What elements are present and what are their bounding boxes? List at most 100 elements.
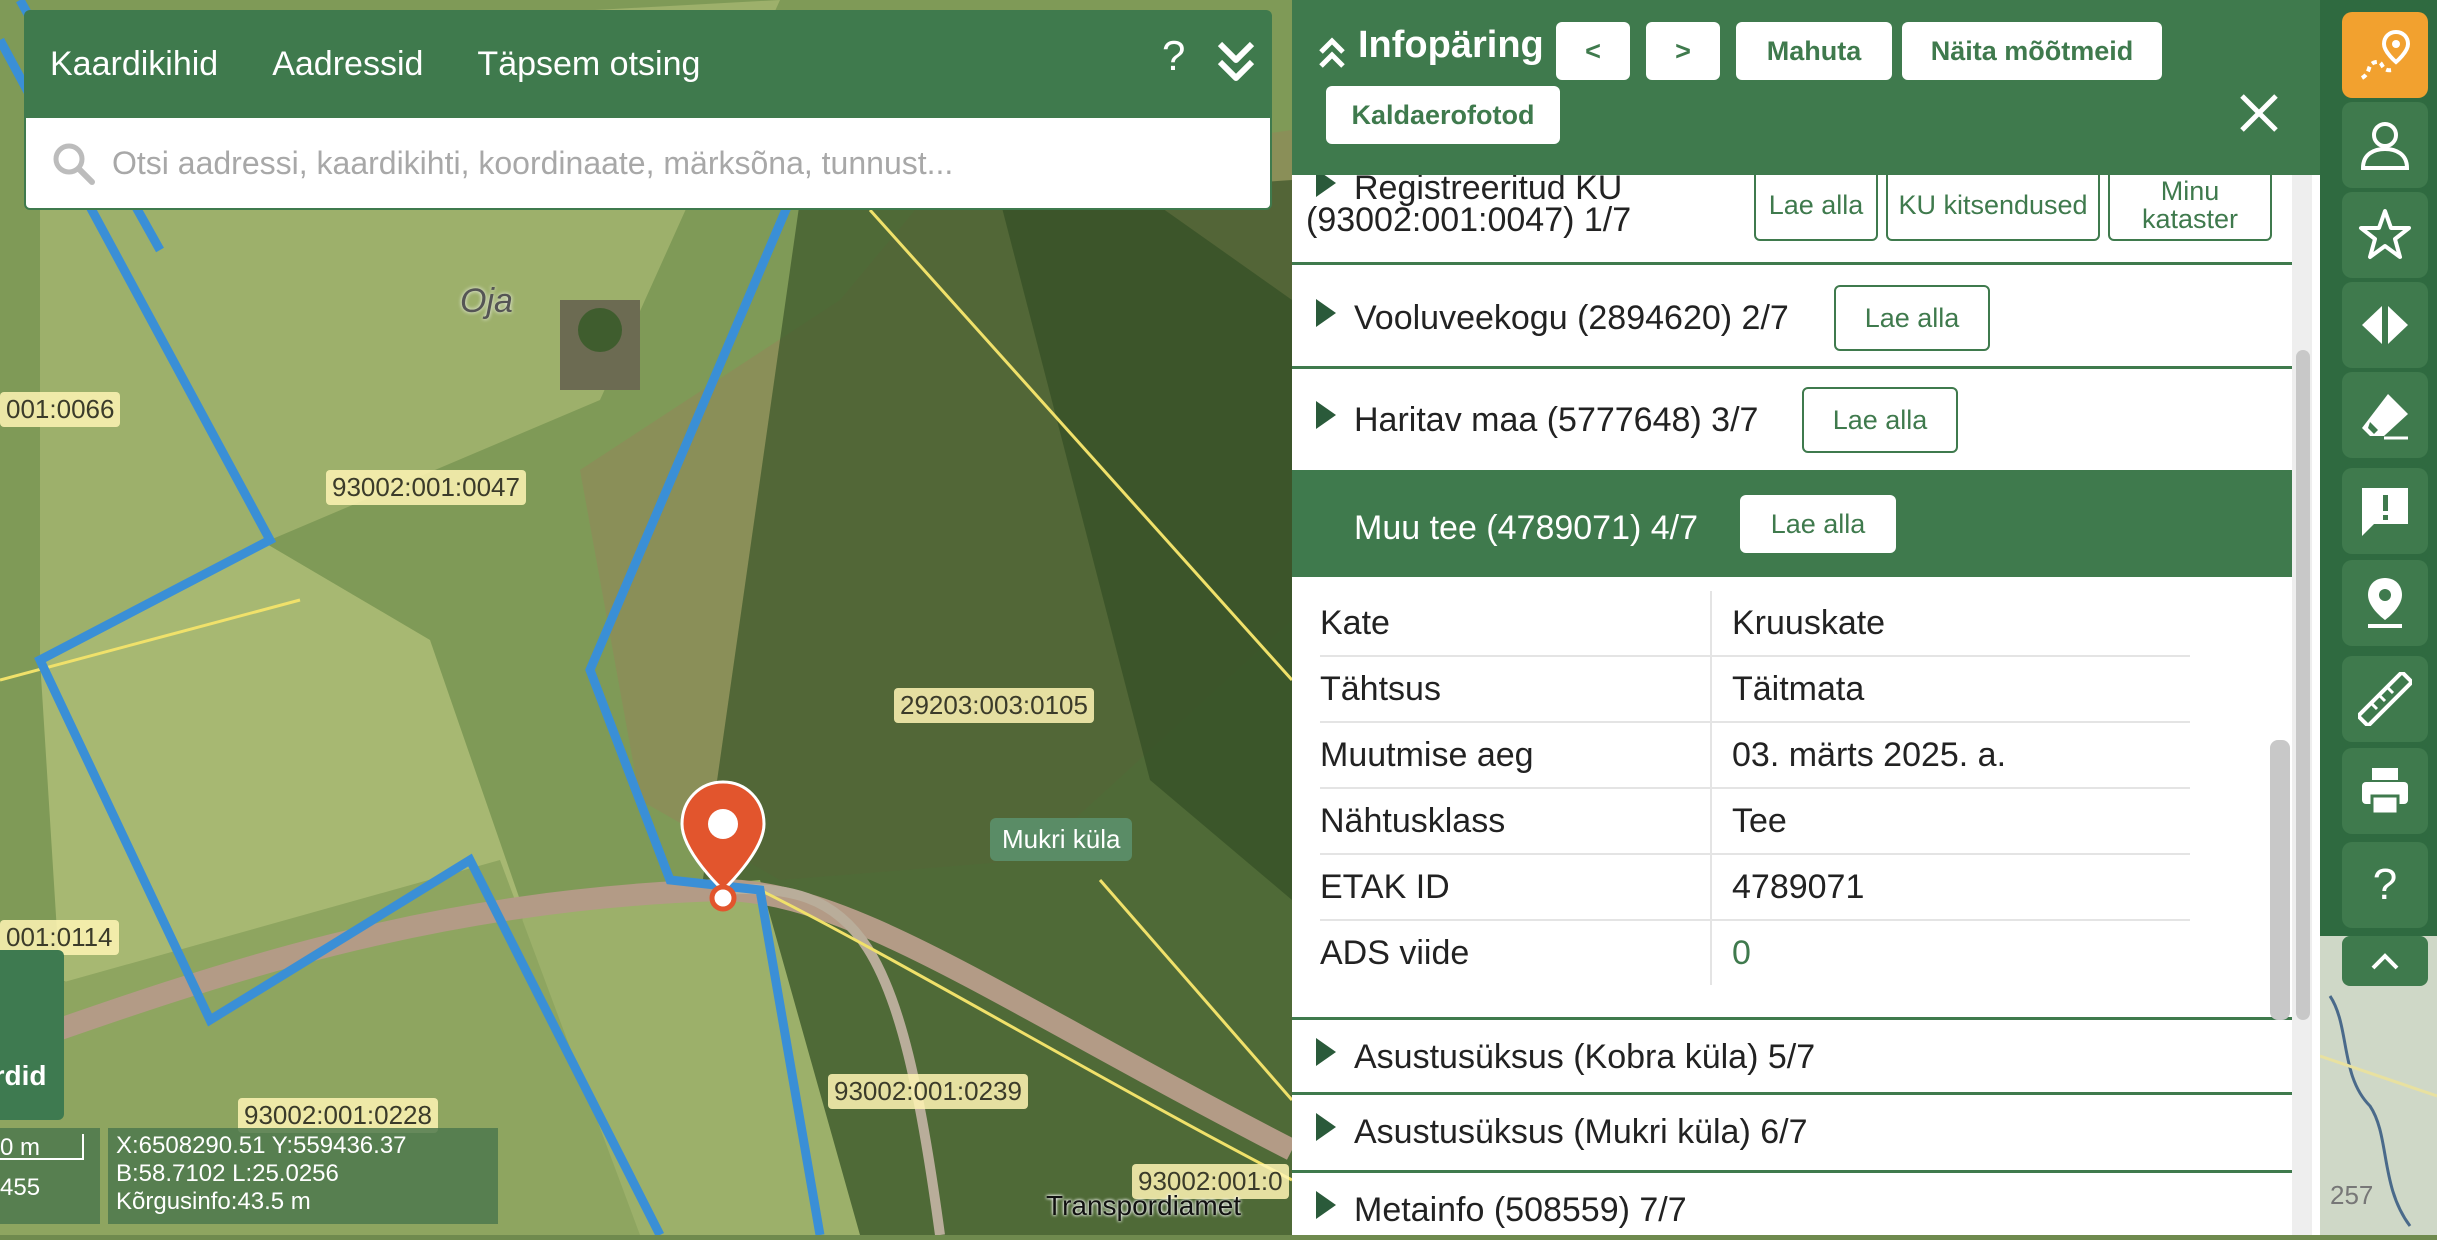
my-cadastre-button[interactable]: Minu kataster [2108, 169, 2272, 241]
table-row: ETAK ID 4789071 [1320, 854, 2190, 921]
map-query-icon [2360, 29, 2411, 80]
swipe-compare-button[interactable] [2342, 282, 2428, 368]
parcel-label: 001:0066 [0, 392, 121, 427]
info-header: Infopäring < > Mahuta Näita mõõtmeid Kal… [1292, 0, 2320, 175]
ruler-icon [2358, 672, 2412, 726]
attr-key: ETAK ID [1320, 854, 1712, 921]
feedback-icon [2362, 488, 2408, 536]
ads-link[interactable]: 0 [1711, 920, 2190, 985]
aerial-photos-button[interactable]: Kaldaerofotod [1326, 86, 1560, 144]
minimap-label: 257 [2330, 1180, 2374, 1210]
table-row: ADS viide 0 [1320, 920, 2190, 985]
attr-value: Kruuskate [1711, 591, 2190, 657]
chevron-up-icon [2371, 953, 2399, 970]
feedback-button[interactable] [2342, 468, 2428, 554]
help-icon: ? [2372, 860, 2398, 909]
map-layers-label: ardid [0, 1060, 47, 1091]
tab-map-layers[interactable]: Kaardikihid [50, 45, 218, 84]
star-icon [2359, 209, 2411, 259]
location-marker-icon[interactable] [680, 780, 766, 912]
attr-value: 03. märts 2025. a. [1711, 722, 2190, 789]
section-title: Asustusüksus (Kobra küla) 5/7 [1354, 1038, 1816, 1076]
parcel-label: 29203:003:0105 [894, 688, 1094, 723]
result-section-other-road[interactable]: Muu tee (4789071) 4/7 Lae alla [1292, 473, 2292, 577]
ku-restrictions-button[interactable]: KU kitsendused [1886, 169, 2100, 241]
close-icon[interactable] [2238, 92, 2280, 134]
download-button[interactable]: Lae alla [1802, 387, 1958, 453]
info-scroll-thumb[interactable] [2296, 350, 2310, 1020]
attribute-scroll-thumb[interactable] [2270, 740, 2290, 1020]
section-title-line2: (93002:001:0047) 1/7 [1306, 201, 1632, 239]
print-icon [2362, 768, 2408, 816]
table-row: Nähtusklass Tee [1320, 788, 2190, 855]
attr-key: Nähtusklass [1320, 788, 1712, 855]
result-section-arable-land[interactable]: Haritav maa (5777648) 3/7 Lae alla [1292, 369, 2292, 473]
parcel-label: 93002:001:0047 [326, 470, 526, 505]
collapse-minimap-button[interactable] [2342, 936, 2428, 986]
section-title: Haritav maa (5777648) 3/7 [1354, 401, 1759, 439]
coordinate-readout: X:6508290.51 Y:559436.37 B:58.7102 L:25.… [108, 1128, 498, 1224]
table-row: Kate Kruuskate [1320, 591, 2190, 657]
map-layers-button[interactable]: ardid [0, 950, 64, 1120]
double-chevron-up-icon[interactable] [1318, 36, 1346, 70]
search-input[interactable] [110, 143, 1234, 183]
search-panel: Kaardikihid Aadressid Täpsem otsing ? [24, 10, 1272, 210]
tab-addresses[interactable]: Aadressid [272, 45, 423, 84]
location-pin-icon [2368, 578, 2402, 628]
help-icon[interactable]: ? [1162, 32, 1185, 80]
attr-value: Täitmata [1711, 656, 2190, 723]
section-title: Muu tee (4789071) 4/7 [1354, 509, 1699, 547]
search-icon [53, 143, 95, 185]
search-tabs: Kaardikihid Aadressid Täpsem otsing ? [24, 10, 1272, 118]
scale-line: 0 m [0, 1134, 84, 1161]
eraser-icon [2362, 394, 2408, 440]
prev-result-button[interactable]: < [1556, 22, 1630, 80]
scale-label: 0 m [0, 1134, 41, 1161]
table-row: Tähtsus Täitmata [1320, 656, 2190, 723]
info-results-list: Registreeritud KU (93002:001:0047) 1/7 L… [1292, 169, 2292, 1235]
attr-key: Muutmise aeg [1320, 722, 1712, 789]
next-result-button[interactable]: > [1646, 22, 1720, 80]
village-badge[interactable]: Mukri küla [990, 818, 1133, 861]
map-attribution: Transpordiamet [1046, 1190, 1242, 1221]
expand-triangle-icon [1316, 1113, 1336, 1141]
coord-xy: X:6508290.51 Y:559436.37 [116, 1132, 407, 1159]
map-query-button[interactable] [2342, 12, 2428, 98]
place-label: Oja [460, 282, 513, 320]
attribute-table: Kate Kruuskate Tähtsus Täitmata Muutmise a… [1320, 591, 2190, 985]
tab-advanced-search[interactable]: Täpsem otsing [477, 45, 700, 84]
location-button[interactable] [2342, 560, 2428, 646]
coord-height: Kõrgusinfo:43.5 m [116, 1188, 311, 1215]
coord-bl: B:58.7102 L:25.0256 [116, 1160, 339, 1187]
split-arrows-icon [2362, 306, 2408, 344]
result-section-metainfo[interactable]: Metainfo (508559) 7/7 [1292, 1173, 2292, 1235]
print-button[interactable] [2342, 748, 2428, 834]
double-chevron-down-icon[interactable] [1216, 36, 1256, 84]
attr-key: Tähtsus [1320, 656, 1712, 723]
section-title: Metainfo (508559) 7/7 [1354, 1191, 1687, 1229]
fit-button[interactable]: Mahuta [1736, 22, 1892, 80]
user-button[interactable] [2342, 102, 2428, 188]
result-section-watercourse[interactable]: Vooluveekogu (2894620) 2/7 Lae alla [1292, 265, 2292, 369]
scale-number: 455 [0, 1174, 41, 1201]
download-button[interactable]: Lae alla [1740, 495, 1896, 553]
show-measurements-button[interactable]: Näita mõõtmeid [1902, 22, 2162, 80]
result-section-cadastral[interactable]: Registreeritud KU (93002:001:0047) 1/7 L… [1292, 169, 2292, 265]
result-section-settlement-mukri[interactable]: Asustusüksus (Mukri küla) 6/7 [1292, 1095, 2292, 1173]
section-title: Asustusüksus (Mukri küla) 6/7 [1354, 1113, 1808, 1151]
attr-key: ADS viide [1320, 920, 1712, 985]
favorites-button[interactable] [2342, 192, 2428, 278]
download-button[interactable]: Lae alla [1834, 285, 1990, 351]
measure-button[interactable] [2342, 656, 2428, 742]
help-button[interactable]: ? [2342, 842, 2428, 928]
section-title: Vooluveekogu (2894620) 2/7 [1354, 299, 1789, 337]
expand-triangle-icon [1316, 401, 1336, 429]
result-section-settlement-kobra[interactable]: Asustusüksus (Kobra küla) 5/7 [1292, 1017, 2292, 1095]
expand-triangle-icon [1316, 1038, 1336, 1066]
info-title: Infopäring [1358, 24, 1544, 66]
download-button[interactable]: Lae alla [1754, 169, 1878, 241]
attr-key: Kate [1320, 591, 1712, 657]
eraser-button[interactable] [2342, 372, 2428, 458]
expand-triangle-icon [1316, 1191, 1336, 1219]
parcel-label: 93002:001:0239 [828, 1074, 1028, 1109]
